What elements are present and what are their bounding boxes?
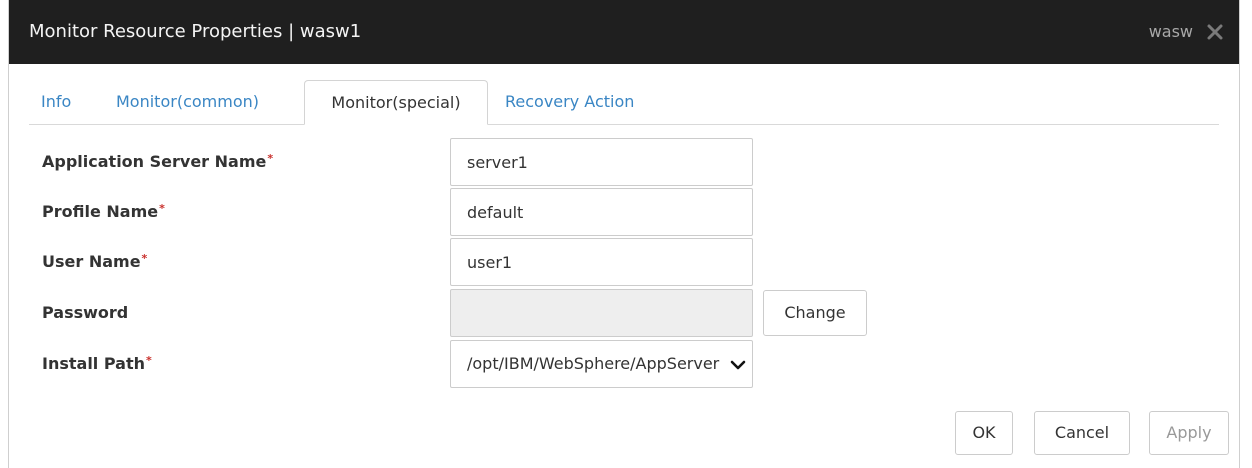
close-icon[interactable] — [1205, 22, 1225, 42]
monitor-resource-properties-dialog: Monitor Resource Properties | wasw1 wasw… — [8, 0, 1240, 468]
user-name-row: User Name* — [9, 238, 1239, 286]
app-server-name-label: Application Server Name* — [42, 152, 274, 171]
tab-monitor-common[interactable]: Monitor(common) — [116, 80, 259, 124]
profile-name-row: Profile Name* — [9, 188, 1239, 236]
tab-recovery-action[interactable]: Recovery Action — [505, 80, 634, 124]
install-path-row: Install Path* /opt/IBM/WebSphere/AppServ… — [9, 340, 1239, 388]
required-mark: * — [141, 252, 148, 265]
password-label: Password — [42, 303, 129, 322]
install-path-value: /opt/IBM/WebSphere/AppServer — [467, 354, 720, 373]
user-name-label: User Name* — [42, 252, 148, 271]
tab-monitor-special[interactable]: Monitor(special) — [304, 80, 488, 125]
install-path-select[interactable]: /opt/IBM/WebSphere/AppServer — [450, 340, 753, 388]
apply-button[interactable]: Apply — [1149, 411, 1229, 455]
app-server-name-row: Application Server Name* — [9, 138, 1239, 186]
change-password-button[interactable]: Change — [763, 290, 867, 336]
password-field — [450, 289, 753, 337]
dialog-titlebar: Monitor Resource Properties | wasw1 wasw — [9, 0, 1239, 64]
profile-name-input[interactable] — [450, 188, 753, 236]
title-user-name: wasw — [1148, 22, 1193, 41]
tab-info[interactable]: Info — [41, 80, 71, 124]
password-row: Password Change — [9, 289, 1239, 337]
required-mark: * — [267, 152, 274, 165]
dialog-title: Monitor Resource Properties | wasw1 — [29, 21, 362, 42]
required-mark: * — [159, 202, 165, 215]
required-mark: * — [145, 354, 152, 367]
app-server-name-input[interactable] — [450, 138, 753, 186]
cancel-button[interactable]: Cancel — [1034, 411, 1130, 455]
tab-bar: Info Monitor(common) Monitor(special) Re… — [29, 80, 1219, 125]
chevron-down-icon — [730, 357, 746, 371]
user-name-input[interactable] — [450, 238, 753, 286]
ok-button[interactable]: OK — [955, 411, 1013, 455]
install-path-label: Install Path* — [42, 354, 152, 373]
profile-name-label: Profile Name* — [42, 202, 165, 221]
